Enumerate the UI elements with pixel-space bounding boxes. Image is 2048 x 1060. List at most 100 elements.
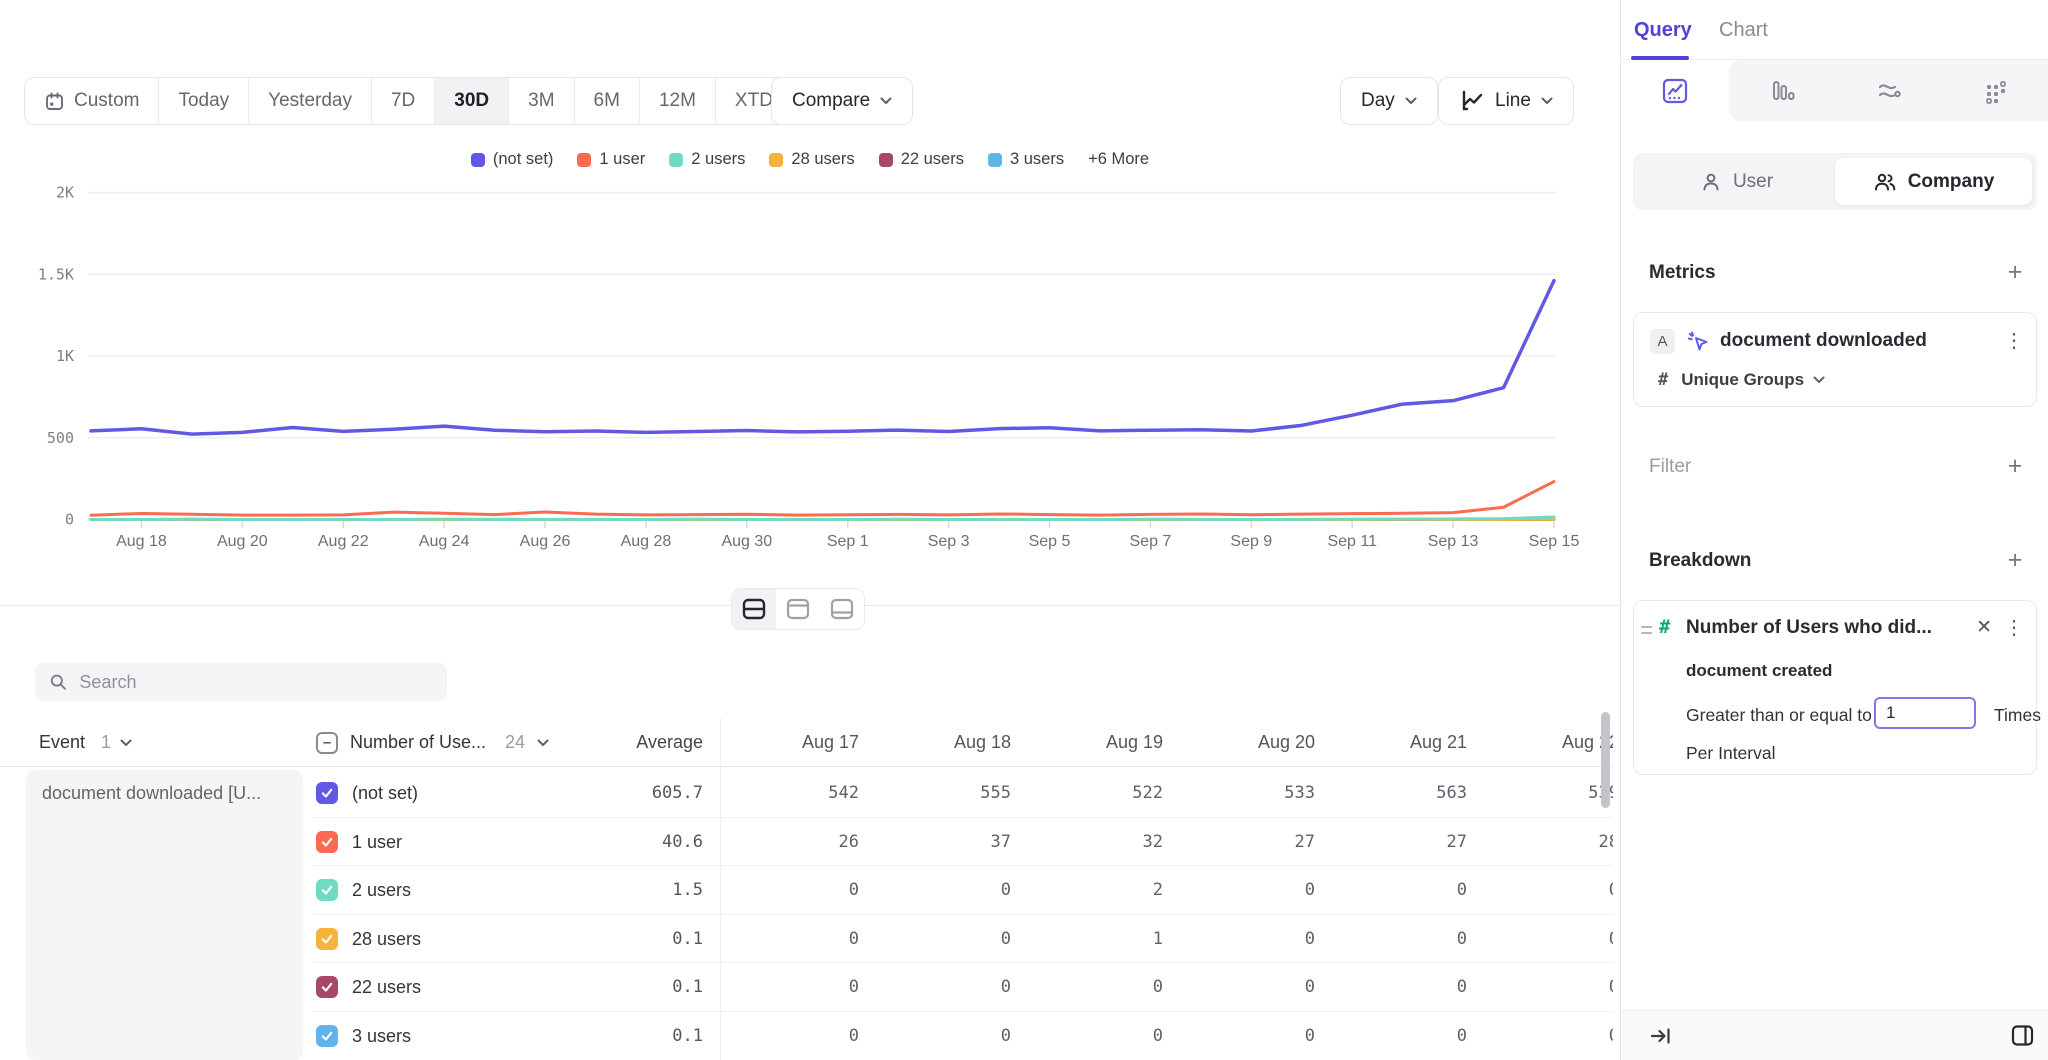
breakdown-title[interactable]: Number of Users who did... (1686, 617, 1976, 639)
table-cell: 0 (1024, 963, 1163, 1012)
row-average: 0.1 (560, 963, 703, 1012)
entity-option-user[interactable]: User (1638, 158, 1835, 205)
measure-type-icon: # (1658, 370, 1668, 390)
date-column-header[interactable]: Aug 20 (1176, 718, 1315, 767)
table-cell: 522 (1024, 769, 1163, 818)
table-cell: 0 (1176, 866, 1315, 915)
search-icon (49, 672, 67, 692)
drag-handle-icon[interactable] (1641, 626, 1652, 634)
table-cell: 32 (1024, 818, 1163, 867)
add-filter-button[interactable]: + (2002, 452, 2028, 481)
date-column-header[interactable]: Aug 22 (1480, 718, 1613, 767)
average-column-header[interactable]: Average (560, 718, 703, 767)
table-row[interactable]: (not set)605.7542555522533563539 (0, 769, 1613, 818)
table-row[interactable]: 3 users0.1000000 (0, 1012, 1613, 1060)
x-axis-label: Aug 26 (520, 533, 571, 550)
group-column-header[interactable]: – Number of Use... 24 (316, 718, 549, 767)
row-checkbox[interactable] (316, 976, 338, 998)
table-cell: 0 (1176, 915, 1315, 964)
table-cell: 0 (1176, 1012, 1315, 1060)
company-users-icon (1873, 171, 1897, 193)
chart-type-flow-button[interactable] (1835, 60, 1942, 121)
select-all-checkbox[interactable]: – (316, 732, 338, 754)
table-scrollbar[interactable] (1601, 712, 1610, 808)
breakdown-condition-label[interactable]: Greater than or equal to (1686, 705, 1872, 726)
chevron-down-icon (537, 739, 549, 747)
date-column-header[interactable]: Aug 17 (720, 718, 859, 767)
entity-toggle: User Company (1633, 153, 2037, 210)
row-checkbox[interactable] (316, 782, 338, 804)
date-column-header[interactable]: Aug 18 (872, 718, 1011, 767)
series-line--not-set- (91, 281, 1554, 435)
line-chart: 2K1.5K1K5000Aug 18Aug 20Aug 22Aug 24Aug … (0, 0, 1620, 560)
table-cell: 0 (872, 915, 1011, 964)
table-cell: 2 (1024, 866, 1163, 915)
row-checkbox[interactable] (316, 879, 338, 901)
check-icon (320, 980, 334, 994)
measure-label: Unique Groups (1681, 370, 1804, 390)
row-label: (not set) (352, 769, 418, 818)
breakdown-value-input[interactable] (1874, 697, 1976, 729)
line-chart-boxed-icon (1661, 77, 1689, 105)
y-axis-label: 500 (47, 429, 74, 447)
table-cell: 0 (720, 963, 859, 1012)
breakdown-section-title: Breakdown (1649, 550, 1751, 572)
layout-split-button[interactable] (732, 589, 776, 629)
table-cell: 0 (872, 963, 1011, 1012)
breakdown-event-name[interactable]: document created (1686, 661, 1832, 681)
group-column-count: 24 (505, 732, 525, 753)
series-line-1-user (91, 482, 1554, 516)
layout-chart-only-button[interactable] (776, 589, 820, 629)
check-icon (320, 1029, 334, 1043)
add-metric-button[interactable]: + (2002, 258, 2028, 287)
table-cell: 0 (1328, 1012, 1467, 1060)
x-axis-label: Sep 9 (1230, 533, 1272, 550)
breakdown-per-interval-label[interactable]: Per Interval (1686, 743, 1775, 764)
measure-dropdown[interactable]: Unique Groups (1681, 370, 1825, 390)
metric-event-name[interactable]: document downloaded (1720, 330, 1927, 352)
x-axis-label: Sep 13 (1428, 533, 1479, 550)
table-cell: 0 (720, 1012, 859, 1060)
table-row[interactable]: 1 user40.6263732272728 (0, 818, 1613, 867)
search-bar[interactable] (35, 663, 447, 701)
table-cell: 27 (1328, 818, 1467, 867)
add-breakdown-button[interactable]: + (2002, 546, 2028, 575)
row-checkbox[interactable] (316, 1025, 338, 1047)
grid-dots-icon (1982, 77, 2010, 105)
tab-chart[interactable]: Chart (1719, 0, 1768, 60)
toggle-panel-button[interactable] (2009, 1022, 2036, 1054)
row-average: 1.5 (560, 866, 703, 915)
entity-option-company[interactable]: Company (1835, 158, 2032, 205)
table-row[interactable]: 28 users0.1001000 (0, 915, 1613, 964)
metric-card[interactable]: A document downloaded ⋮ # Unique Groups (1633, 312, 2037, 407)
check-icon (320, 883, 334, 897)
row-checkbox[interactable] (316, 928, 338, 950)
table-cell: 0 (1328, 963, 1467, 1012)
x-axis-label: Sep 7 (1130, 533, 1172, 550)
table-cell: 0 (1480, 915, 1613, 964)
query-sidebar: Query Chart User Company Metrics + A (1620, 0, 2048, 1060)
entity-option-user-label: User (1733, 171, 1773, 193)
row-checkbox[interactable] (316, 831, 338, 853)
x-axis-label: Aug 18 (116, 533, 167, 550)
layout-table-only-button[interactable] (820, 589, 864, 629)
event-column-header[interactable]: Event 1 (39, 718, 132, 767)
table-row[interactable]: 2 users1.5002000 (0, 866, 1613, 915)
row-label: 22 users (352, 963, 421, 1012)
breakdown-card[interactable]: # Number of Users who did... ✕ ⋮ documen… (1633, 600, 2037, 775)
table-cell: 539 (1480, 769, 1613, 818)
chart-type-more-button[interactable] (1942, 60, 2048, 121)
date-column-header[interactable]: Aug 21 (1328, 718, 1467, 767)
date-column-header[interactable]: Aug 19 (1024, 718, 1163, 767)
tab-query[interactable]: Query (1634, 0, 1692, 60)
chart-type-line-button[interactable] (1621, 60, 1728, 121)
bottom-panel-icon (829, 597, 855, 621)
table-cell: 27 (1176, 818, 1315, 867)
chart-type-bar-button[interactable] (1728, 60, 1835, 121)
search-input[interactable] (79, 672, 433, 693)
metric-kebab-menu[interactable]: ⋮ (2004, 331, 2024, 351)
table-row[interactable]: 22 users0.1000000 (0, 963, 1613, 1012)
close-icon[interactable]: ✕ (1976, 616, 1992, 639)
breakdown-kebab-menu[interactable]: ⋮ (2004, 618, 2024, 638)
collapse-panel-button[interactable] (1649, 1024, 1673, 1053)
